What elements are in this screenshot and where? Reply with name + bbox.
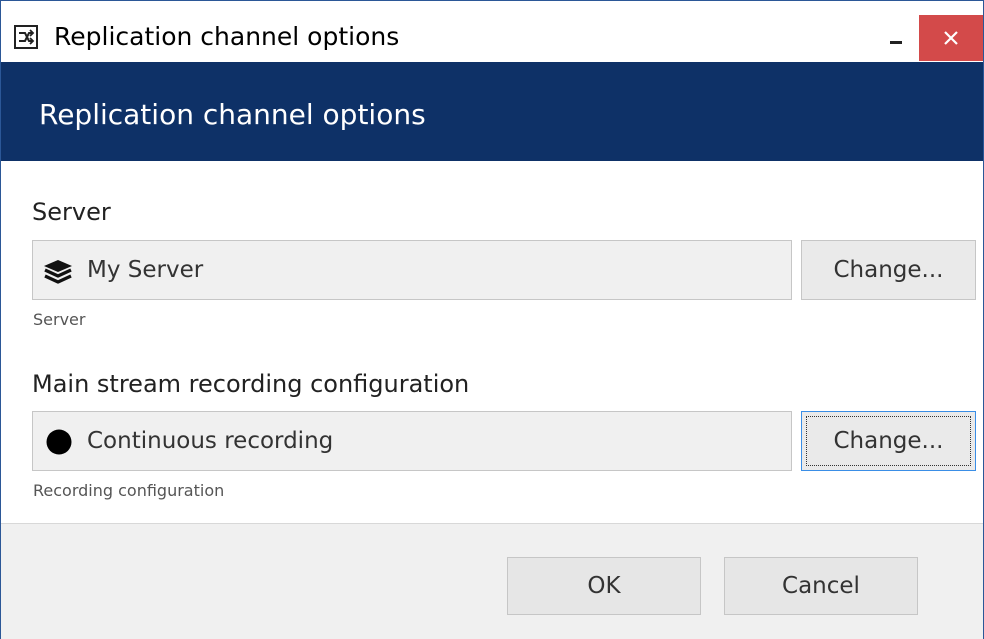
- close-button[interactable]: [919, 15, 983, 61]
- replication-app-icon: [14, 25, 38, 49]
- minimize-icon: [890, 41, 902, 44]
- recording-config-label: Main stream recording configuration: [32, 370, 470, 398]
- dialog-window: Replication channel options Replication …: [0, 0, 984, 639]
- close-icon: [944, 31, 958, 45]
- title-bar[interactable]: Replication channel options: [1, 1, 983, 62]
- ok-button[interactable]: OK: [507, 557, 701, 615]
- dialog-header: Replication channel options: [1, 62, 983, 161]
- recording-config-field[interactable]: Continuous recording: [32, 411, 792, 471]
- window-title: Replication channel options: [54, 22, 400, 51]
- recording-config-hint: Recording configuration: [33, 481, 225, 500]
- server-stack-icon: [43, 259, 73, 289]
- change-recording-button[interactable]: Change...: [801, 411, 976, 471]
- recording-config-value: Continuous recording: [87, 428, 334, 454]
- server-hint: Server: [33, 310, 86, 329]
- dialog-footer: OK Cancel: [1, 523, 983, 639]
- minimize-button[interactable]: [873, 15, 919, 61]
- record-dot-icon: [45, 428, 73, 460]
- change-server-button[interactable]: Change...: [801, 240, 976, 300]
- server-value: My Server: [87, 257, 204, 283]
- server-label: Server: [32, 198, 111, 226]
- cancel-button[interactable]: Cancel: [724, 557, 918, 615]
- header-title: Replication channel options: [39, 98, 426, 131]
- server-field[interactable]: My Server: [32, 240, 792, 300]
- focus-indicator: [806, 416, 971, 466]
